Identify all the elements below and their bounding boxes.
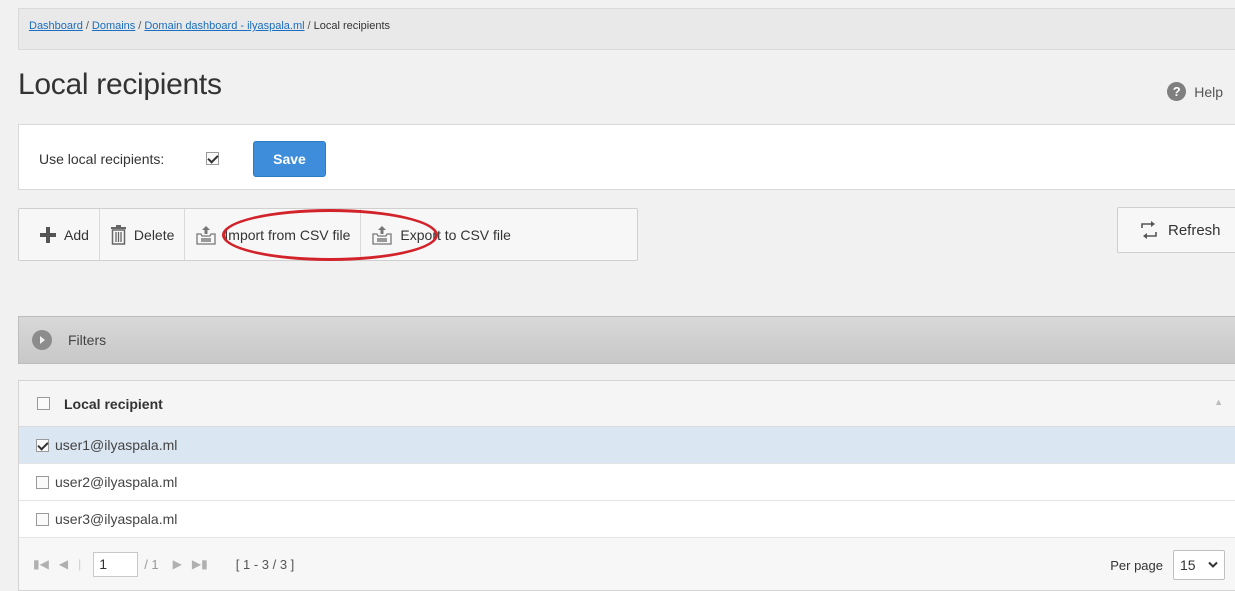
save-button[interactable]: Save bbox=[253, 141, 326, 177]
row-checkbox[interactable] bbox=[36, 475, 49, 489]
recipient-email: user3@ilyaspala.ml bbox=[55, 511, 178, 527]
refresh-icon bbox=[1141, 221, 1157, 239]
breadcrumb-dashboard[interactable]: Dashboard bbox=[29, 20, 83, 32]
next-page-icon[interactable]: ▶ bbox=[173, 557, 182, 571]
filters-bar[interactable]: Filters bbox=[18, 316, 1235, 364]
table-header: Local recipient ▲ bbox=[19, 381, 1235, 427]
add-icon bbox=[40, 226, 56, 243]
row-checkbox[interactable] bbox=[36, 438, 49, 452]
breadcrumb-separator: / bbox=[85, 20, 89, 32]
breadcrumb-domain-dashboard[interactable]: Domain dashboard - ilyaspala.ml bbox=[144, 20, 304, 32]
select-all-checkbox[interactable] bbox=[37, 397, 50, 410]
add-label: Add bbox=[64, 226, 89, 243]
breadcrumb-separator: / bbox=[138, 20, 142, 32]
help-label: Help bbox=[1194, 83, 1223, 100]
add-button[interactable]: Add bbox=[19, 209, 100, 260]
use-local-recipients-panel: Use local recipients: Save bbox=[18, 124, 1235, 190]
first-page-icon[interactable]: ▮◀ bbox=[33, 557, 49, 571]
refresh-label: Refresh bbox=[1168, 221, 1221, 239]
export-csv-button[interactable]: Export to CSV file bbox=[361, 209, 521, 260]
column-header-local-recipient[interactable]: Local recipient bbox=[64, 396, 163, 412]
use-local-recipients-label: Use local recipients: bbox=[39, 151, 165, 167]
import-csv-button[interactable]: Import from CSV file bbox=[185, 209, 362, 260]
page-total: / 1 bbox=[144, 556, 159, 572]
delete-icon bbox=[110, 224, 126, 245]
sort-icon[interactable]: ▲ bbox=[1214, 397, 1223, 407]
help-icon: ? bbox=[1167, 82, 1187, 101]
breadcrumb: Dashboard / Domains / Domain dashboard - ily… bbox=[18, 8, 1235, 50]
toolbar: Add Delete Import from CSV file Export t… bbox=[18, 208, 638, 261]
local-recipients-table: Local recipient ▲ user1@ilyaspala.ml use… bbox=[18, 380, 1235, 591]
filter-expand-icon bbox=[32, 330, 52, 350]
table-row[interactable]: user3@ilyaspala.ml bbox=[19, 501, 1235, 538]
csv-export-icon bbox=[372, 225, 393, 245]
prev-page-icon[interactable]: ◀ bbox=[59, 557, 68, 571]
breadcrumb-domains[interactable]: Domains bbox=[92, 20, 135, 32]
row-checkbox[interactable] bbox=[36, 512, 49, 526]
chevron-down-icon bbox=[1208, 561, 1218, 568]
per-page-control: Per page 15 bbox=[1110, 550, 1225, 580]
page-number-input[interactable]: 1 bbox=[93, 551, 139, 577]
table-row[interactable]: user2@ilyaspala.ml bbox=[19, 464, 1235, 501]
filters-label: Filters bbox=[68, 332, 107, 348]
csv-import-icon bbox=[196, 225, 217, 245]
refresh-button[interactable]: Refresh bbox=[1117, 207, 1235, 253]
delete-label: Delete bbox=[133, 226, 175, 243]
breadcrumb-separator: / bbox=[307, 20, 311, 32]
export-csv-label: Export to CSV file bbox=[400, 226, 511, 243]
per-page-label: Per page bbox=[1110, 557, 1163, 573]
per-page-select[interactable]: 15 bbox=[1173, 550, 1225, 580]
table-row[interactable]: user1@ilyaspala.ml bbox=[19, 427, 1235, 464]
last-page-icon[interactable]: ▶▮ bbox=[192, 557, 208, 571]
pager: ▮◀ ◀ | 1 / 1 ▶ ▶▮ [ 1 - 3 / 3 ] Per page… bbox=[19, 538, 1235, 590]
delete-button[interactable]: Delete bbox=[100, 209, 186, 260]
use-local-recipients-checkbox[interactable] bbox=[206, 152, 219, 165]
recipient-email: user2@ilyaspala.ml bbox=[55, 474, 178, 490]
import-csv-label: Import from CSV file bbox=[224, 226, 351, 243]
record-range: [ 1 - 3 / 3 ] bbox=[235, 556, 295, 572]
breadcrumb-current: Local recipients bbox=[313, 20, 391, 32]
help-link[interactable]: ? Help bbox=[1167, 82, 1223, 101]
per-page-value: 15 bbox=[1180, 557, 1196, 573]
page-title: Local recipients bbox=[18, 68, 222, 101]
recipient-email: user1@ilyaspala.ml bbox=[55, 437, 178, 453]
pager-divider: | bbox=[78, 557, 82, 571]
